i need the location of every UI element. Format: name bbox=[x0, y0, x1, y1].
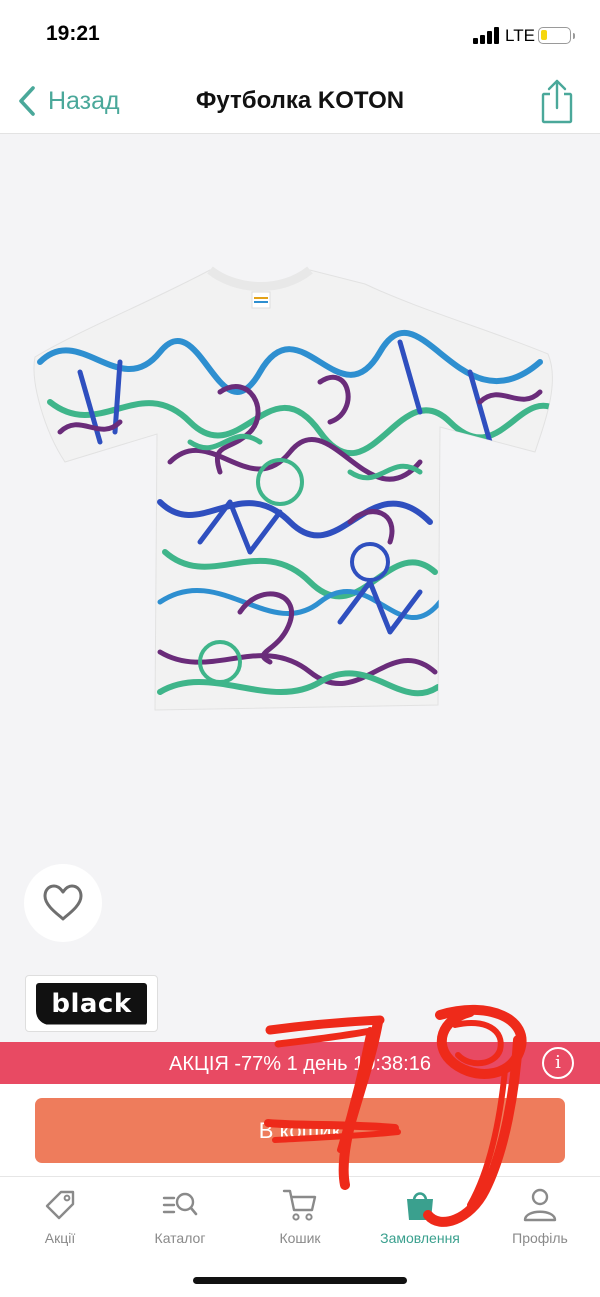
network-label: LTE bbox=[505, 26, 535, 45]
add-to-cart-label: В кошик bbox=[258, 1117, 342, 1143]
signal-icon bbox=[473, 27, 499, 44]
navigation-bar: Футболка KOTON Назад bbox=[0, 70, 600, 134]
info-icon[interactable]: i bbox=[542, 1047, 574, 1079]
tab-label: Профіль bbox=[512, 1230, 568, 1246]
product-image bbox=[33, 266, 553, 711]
status-time: 19:21 bbox=[46, 22, 100, 45]
brand-logo-box[interactable]: black bbox=[25, 975, 158, 1032]
tab-catalog[interactable]: Каталог bbox=[120, 1187, 240, 1251]
product-gallery[interactable]: black bbox=[0, 134, 600, 1042]
share-icon bbox=[541, 79, 573, 124]
cart-icon bbox=[282, 1189, 317, 1221]
tab-cart[interactable]: Кошик bbox=[240, 1187, 360, 1251]
tab-promotions[interactable]: Акції bbox=[0, 1187, 120, 1251]
tab-label: Замовлення bbox=[380, 1230, 460, 1246]
heart-icon bbox=[43, 884, 83, 921]
tab-label: Кошик bbox=[279, 1230, 321, 1246]
status-bar: 19:21 LTE bbox=[0, 0, 600, 70]
tab-orders[interactable]: Замовлення bbox=[360, 1187, 480, 1251]
back-button[interactable]: Назад bbox=[16, 83, 120, 119]
tag-icon bbox=[45, 1190, 75, 1220]
battery-icon bbox=[538, 27, 575, 44]
chevron-left-icon bbox=[19, 86, 35, 116]
brand-logo-text: black bbox=[51, 988, 132, 1019]
promo-banner: АКЦІЯ -77% 1 день 10:38:16 i bbox=[0, 1042, 600, 1084]
tab-profile[interactable]: Профіль bbox=[480, 1187, 600, 1251]
back-label: Назад bbox=[48, 86, 120, 115]
add-to-cart-button[interactable]: В кошик bbox=[35, 1098, 565, 1163]
share-button[interactable] bbox=[538, 78, 576, 124]
tab-label: Акції bbox=[44, 1230, 76, 1246]
home-indicator[interactable] bbox=[193, 1277, 407, 1284]
shopping-bag-icon bbox=[407, 1192, 433, 1220]
promo-text: АКЦІЯ -77% 1 день 10:38:16 bbox=[169, 1053, 431, 1075]
tab-label: Каталог bbox=[154, 1230, 206, 1246]
favorite-button[interactable] bbox=[24, 864, 102, 942]
brand-logo: black bbox=[36, 982, 147, 1025]
profile-icon bbox=[523, 1188, 557, 1222]
catalog-search-icon bbox=[162, 1192, 198, 1216]
